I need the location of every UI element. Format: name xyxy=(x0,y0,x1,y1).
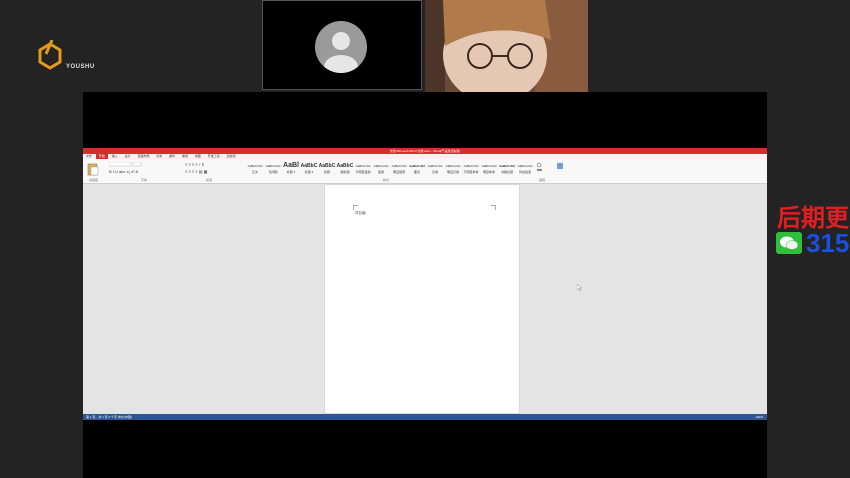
svg-text:B I U abc x₂ x² A: B I U abc x₂ x² A xyxy=(109,169,138,174)
style-emphasis[interactable]: AaBbCcDd 强调 xyxy=(371,162,391,176)
style-intense-emphasis[interactable]: AaBbCcDd 明显强调 xyxy=(389,162,409,176)
mouse-pointer-icon xyxy=(577,284,582,291)
document-page[interactable]: 项目编 xyxy=(324,184,520,414)
style-book-title[interactable]: AaBbCcDd 书籍标题 xyxy=(497,162,517,176)
style-title[interactable]: AaBbC 标题 xyxy=(317,162,337,176)
status-page-info: 第 1 页，共 1 页 3 个字 中文(中国) xyxy=(86,415,132,419)
style-intense-quote[interactable]: AaBbCcDd 明显引用 xyxy=(443,162,463,176)
style-subtitle[interactable]: AaBbC 副标题 xyxy=(335,162,355,176)
style-heading-2[interactable]: AaBbC 标题 2 xyxy=(299,162,319,176)
group-label-styles: 样式 xyxy=(383,178,390,182)
avatar-icon xyxy=(315,21,367,73)
font-controls-icon[interactable]: B I U abc x₂ x² A ≡ ≡ ≡ ≡ ↕ ¶ ≡ ≡ ≡ ≡ ▤ … xyxy=(109,162,239,176)
style-subtle-emphasis[interactable]: AaBbCcDd 不明显强调 xyxy=(353,162,373,176)
style-subtle-reference[interactable]: AaBbCcDd 不明显参考 xyxy=(461,162,481,176)
document-workspace: 项目编 xyxy=(83,184,767,414)
group-label-clipboard: 剪贴板 xyxy=(89,178,99,182)
svg-text:≡ ≡ ≡ ≡ ▤ ▦: ≡ ≡ ≡ ≡ ▤ ▦ xyxy=(185,169,208,174)
brand-logo-icon xyxy=(38,40,62,70)
style-heading-1[interactable]: AaBl 标题 1 xyxy=(281,162,301,176)
style-no-spacing[interactable]: AaBbCcDd 无间隔 xyxy=(263,162,283,176)
camera-tile-participant[interactable] xyxy=(425,0,588,92)
participant-video-frame xyxy=(425,0,588,92)
style-strong[interactable]: AaBbCcDd 要点 xyxy=(407,162,427,176)
word-window: 文档 Microsoft Word 文档.docx - Word(产品激活失败)… xyxy=(83,148,767,420)
document-text[interactable]: 项目编 xyxy=(355,211,366,216)
wechat-icon xyxy=(776,232,802,254)
group-label-editing: 编辑 xyxy=(539,178,546,182)
promo-text-blue: 315 xyxy=(806,228,850,258)
style-quote[interactable]: AaBbCcDd 引用 xyxy=(425,162,445,176)
brand-logo-text: YOUSHU xyxy=(66,64,95,70)
style-intense-reference[interactable]: AaBbCcDd 明显参考 xyxy=(479,162,499,176)
editing-icons[interactable] xyxy=(535,162,565,176)
margin-mark-left xyxy=(353,205,358,210)
style-list-paragraph[interactable]: AaBbCcDd 列出段落 xyxy=(515,162,535,176)
group-label-paragraph: 段落 xyxy=(206,178,213,182)
svg-text:≡ ≡ ≡ ≡ ↕ ¶: ≡ ≡ ≡ ≡ ↕ ¶ xyxy=(185,162,204,167)
style-normal[interactable]: AaBbCcDd 正文 xyxy=(245,162,265,176)
group-label-font: 字体 xyxy=(141,178,148,182)
paste-icon[interactable] xyxy=(86,162,100,176)
camera-tile-no-video[interactable] xyxy=(262,0,422,90)
status-bar: 第 1 页，共 1 页 3 个字 中文(中国) 100% xyxy=(83,414,767,420)
zoom-level[interactable]: 100% xyxy=(755,414,763,420)
margin-mark-right xyxy=(491,205,496,210)
ribbon-home: B I U abc x₂ x² A ≡ ≡ ≡ ≡ ↕ ¶ ≡ ≡ ≡ ≡ ▤ … xyxy=(83,159,767,184)
